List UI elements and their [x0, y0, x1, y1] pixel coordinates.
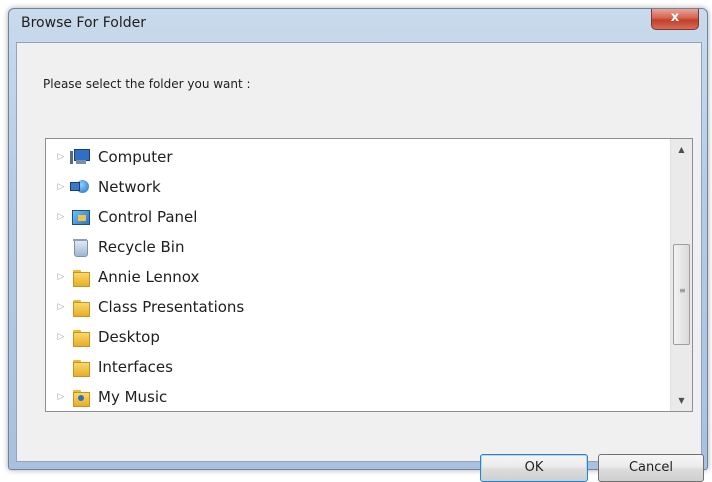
- folder-tree[interactable]: ▷ Computer ▷ Network ▷ Control Panel Rec…: [45, 138, 693, 412]
- scroll-down-button[interactable]: ▼: [671, 390, 692, 411]
- tree-item-label: Class Presentations: [98, 298, 245, 316]
- dialog-prompt: Please select the folder you want :: [43, 77, 251, 91]
- music-folder-icon: [70, 388, 90, 407]
- vertical-scrollbar[interactable]: ▲ ≡ ▼: [670, 139, 692, 411]
- tree-item-label: My Music: [98, 388, 168, 406]
- dialog-client-area: Please select the folder you want : ▷ Co…: [16, 42, 704, 482]
- tree-item-label: Control Panel: [98, 208, 198, 226]
- window-title: Browse For Folder: [21, 15, 147, 31]
- folder-tree-rows: ▷ Computer ▷ Network ▷ Control Panel Rec…: [46, 139, 670, 411]
- tree-item-label: Recycle Bin: [98, 238, 185, 256]
- ok-button[interactable]: OK: [480, 454, 588, 482]
- recycle-bin-icon: [70, 238, 90, 257]
- tree-item-label: Desktop: [98, 328, 160, 346]
- computer-icon: [70, 148, 90, 166]
- folder-icon: [70, 298, 90, 317]
- tree-item-class-presentations[interactable]: ▷ Class Presentations: [46, 292, 670, 322]
- tree-item-network[interactable]: ▷ Network: [46, 172, 670, 202]
- close-icon: x: [670, 10, 680, 25]
- expand-arrow-icon[interactable]: ▷: [56, 392, 66, 402]
- expand-arrow-icon[interactable]: ▷: [56, 152, 66, 162]
- tree-item-annie-lennox[interactable]: ▷ Annie Lennox: [46, 262, 670, 292]
- folder-icon: [70, 328, 90, 347]
- expand-arrow-icon[interactable]: ▷: [56, 182, 66, 192]
- tree-item-label: Interfaces: [98, 358, 173, 376]
- close-button[interactable]: x: [651, 9, 699, 30]
- tree-item-recycle-bin[interactable]: Recycle Bin: [46, 232, 670, 262]
- tree-item-label: Computer: [98, 148, 173, 166]
- control-panel-icon: [70, 208, 90, 226]
- scroll-up-button[interactable]: ▲: [671, 139, 692, 160]
- expand-arrow-icon[interactable]: ▷: [56, 212, 66, 222]
- folder-icon: [70, 268, 90, 287]
- tree-item-desktop[interactable]: ▷ Desktop: [46, 322, 670, 352]
- scroll-down-arrow-icon: ▼: [678, 396, 685, 405]
- tree-item-computer[interactable]: ▷ Computer: [46, 142, 670, 172]
- tree-item-label: Annie Lennox: [98, 268, 200, 286]
- tree-item-my-music[interactable]: ▷ My Music: [46, 382, 670, 411]
- expand-arrow-icon[interactable]: ▷: [56, 272, 66, 282]
- scroll-grip-icon: ≡: [679, 286, 686, 295]
- scroll-up-arrow-icon: ▲: [678, 145, 685, 154]
- browse-for-folder-window: Browse For Folder x Please select the fo…: [8, 8, 708, 482]
- tree-item-interfaces[interactable]: Interfaces: [46, 352, 670, 382]
- tree-item-control-panel[interactable]: ▷ Control Panel: [46, 202, 670, 232]
- tree-item-label: Network: [98, 178, 161, 196]
- network-icon: [70, 178, 90, 196]
- expand-arrow-icon[interactable]: ▷: [56, 332, 66, 342]
- cancel-button[interactable]: Cancel: [598, 454, 704, 482]
- expand-arrow-icon[interactable]: ▷: [56, 302, 66, 312]
- scrollbar-thumb[interactable]: ≡: [673, 244, 690, 345]
- folder-icon: [70, 358, 90, 377]
